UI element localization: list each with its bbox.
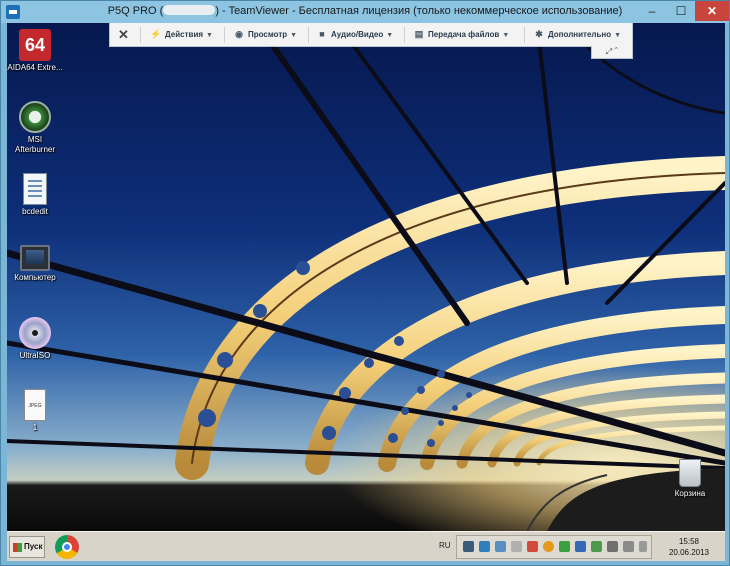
- desktop-icon-afterburner[interactable]: MSI Afterburner: [7, 101, 63, 155]
- network-icon[interactable]: [607, 541, 618, 552]
- tunnel-wallpaper: [7, 23, 725, 531]
- toolbar-divider: [140, 27, 141, 43]
- cart-tray-icon[interactable]: [511, 541, 522, 552]
- flag-icon[interactable]: [639, 541, 647, 552]
- view-menu[interactable]: ◉ Просмотр ▼: [233, 23, 297, 46]
- audio-video-label: Аудио/Видео: [331, 30, 384, 39]
- redacted-id: [163, 5, 216, 15]
- jpeg-badge: JPEG: [28, 403, 42, 409]
- extras-label: Дополнительно: [548, 30, 612, 39]
- actions-label: Действия: [165, 30, 204, 39]
- dropdown-arrow-icon: ▼: [502, 32, 510, 39]
- desktop-icon-label: Корзина: [674, 489, 706, 498]
- desktop-icon-label: bcdedit: [22, 207, 48, 216]
- collapse-arrow-icon[interactable]: ⌃: [614, 47, 618, 56]
- title-bar[interactable]: P5Q PRO ( ) - TeamViewer - Бесплатная лиц…: [1, 1, 729, 23]
- desktop-icon-label: UltraISO: [19, 351, 51, 360]
- minimize-button[interactable]: –: [637, 1, 667, 21]
- aida64-icon: 64: [19, 29, 51, 61]
- eye-icon: ◉: [235, 29, 243, 39]
- toolbar-divider: [524, 27, 525, 43]
- language-indicator[interactable]: RU: [439, 541, 451, 550]
- clock-date: 20.06.2013: [668, 548, 710, 557]
- afterburner-icon: [19, 101, 51, 133]
- disc-icon: [19, 317, 51, 349]
- file-transfer-icon: ▤: [414, 29, 424, 39]
- lightning-icon: ⚡: [150, 29, 162, 39]
- fullscreen-icon[interactable]: ⤢: [606, 47, 612, 56]
- desktop-icon-label: AIDA64 Extre...: [7, 63, 63, 72]
- remote-desktop[interactable]: 64 AIDA64 Extre... MSI Afterburner bcded…: [7, 23, 725, 531]
- toolbar-divider: [308, 27, 309, 43]
- dropdown-arrow-icon: ▼: [206, 32, 213, 39]
- desktop-icon-jpeg-1[interactable]: JPEG 1: [7, 389, 63, 433]
- maximize-button[interactable]: ☐: [666, 1, 696, 21]
- app-tray-icon[interactable]: [495, 541, 506, 552]
- file-transfer-menu[interactable]: ▤ Передача файлов ▼: [413, 23, 510, 46]
- bitcoin-tray-icon[interactable]: [543, 541, 554, 552]
- desktop-icon-aida64[interactable]: 64 AIDA64 Extre...: [7, 29, 63, 73]
- view-label: Просмотр: [248, 30, 288, 39]
- desktop-icon-recycle-bin[interactable]: Корзина: [662, 459, 718, 499]
- clock-time: 15:58: [678, 537, 700, 546]
- aida64-badge: 64: [24, 35, 46, 55]
- audio-video-menu[interactable]: ■ Аудио/Видео ▼: [316, 23, 393, 46]
- desktop-icon-bcdedit[interactable]: bcdedit: [7, 173, 63, 217]
- desktop-icon-label: MSI Afterburner: [14, 135, 56, 154]
- recycle-bin-icon: [679, 459, 701, 487]
- teamviewer-window: P5Q PRO ( ) - TeamViewer - Бесплатная лиц…: [0, 0, 730, 566]
- extras-menu[interactable]: ✱ Дополнительно ▼: [533, 23, 621, 46]
- toolbar-divider: [404, 27, 405, 43]
- desktop-icon-computer[interactable]: Компьютер: [7, 245, 63, 283]
- actions-menu[interactable]: ⚡ Действия ▼: [150, 23, 213, 46]
- computer-icon: [20, 245, 50, 271]
- start-label: Пуск: [24, 542, 43, 551]
- speech-bubble-icon: ■: [319, 29, 325, 39]
- document-icon: [23, 173, 47, 205]
- app-tray-icon[interactable]: [527, 541, 538, 552]
- dropdown-arrow-icon: ▼: [290, 32, 298, 39]
- windows-flag-icon: [13, 543, 22, 552]
- teamviewer-tray-icon[interactable]: [479, 541, 490, 552]
- remote-taskbar: Пуск RU 15:58 20.06.2013: [7, 531, 725, 561]
- users-tray-icon[interactable]: [575, 541, 586, 552]
- end-session-button[interactable]: ✕: [118, 23, 129, 46]
- close-window-button[interactable]: ✕: [695, 1, 729, 21]
- tools-icon: ✱: [535, 29, 543, 39]
- desktop-icon-label: 1: [32, 423, 38, 432]
- jpeg-file-icon: JPEG: [24, 389, 46, 421]
- check-tray-icon[interactable]: [559, 541, 570, 552]
- desktop-icon-label: Компьютер: [14, 273, 56, 282]
- shield-tray-icon[interactable]: [591, 541, 602, 552]
- chrome-taskbar-button[interactable]: [55, 535, 79, 559]
- dropdown-arrow-icon: ▼: [614, 32, 622, 39]
- window-title-suffix: ) - TeamViewer - Бесплатная лицензия (то…: [215, 5, 623, 17]
- dropdown-arrow-icon: ▼: [386, 32, 394, 39]
- taskbar-clock[interactable]: 15:58 20.06.2013: [657, 536, 721, 558]
- window-title-prefix: P5Q PRO (: [107, 5, 164, 17]
- network-tool-icon[interactable]: [463, 541, 474, 552]
- toolbar-collapse-tab[interactable]: ⤢ ⌃: [591, 46, 633, 59]
- teamviewer-toolbar: ✕ ⚡ Действия ▼ ◉ Просмотр ▼ ■ Аудио/Видео ▼ ▤ П…: [109, 23, 633, 47]
- toolbar-divider: [224, 27, 225, 43]
- file-transfer-label: Передача файлов: [428, 30, 500, 39]
- system-tray: [456, 535, 652, 559]
- window-title: P5Q PRO ( ) - TeamViewer - Бесплатная лиц…: [1, 5, 729, 17]
- speaker-icon[interactable]: [623, 541, 634, 552]
- desktop-icon-ultraiso[interactable]: UltraISO: [7, 317, 63, 361]
- start-button[interactable]: Пуск: [9, 536, 45, 558]
